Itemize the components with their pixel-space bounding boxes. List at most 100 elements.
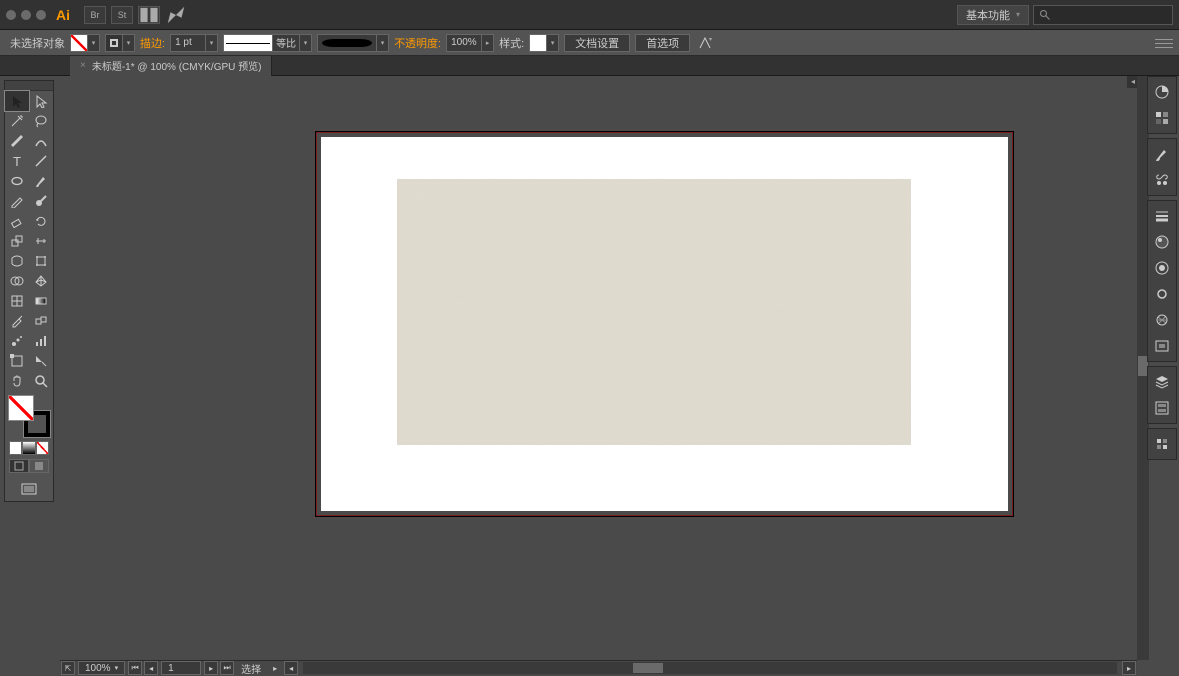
draw-normal[interactable] xyxy=(9,459,29,473)
artboard-bleed xyxy=(316,132,1013,516)
shape-builder-tool[interactable] xyxy=(5,271,29,291)
brush-definition[interactable]: ▾ xyxy=(317,34,389,52)
color-mode-gradient[interactable] xyxy=(22,441,35,455)
zoom-tool[interactable] xyxy=(29,371,53,391)
selection-tool[interactable] xyxy=(5,91,29,111)
controlbar-menu-icon[interactable] xyxy=(1155,36,1173,50)
workspace-switcher[interactable]: 基本功能 ▾ xyxy=(957,5,1029,25)
document-tab[interactable]: × 未标题-1* @ 100% (CMYK/GPU 预览) xyxy=(70,56,272,76)
opacity-label[interactable]: 不透明度: xyxy=(394,35,441,51)
graph-tool[interactable] xyxy=(29,331,53,351)
toolbox-grip[interactable] xyxy=(5,81,53,91)
width-tool[interactable] xyxy=(29,231,53,251)
mesh-tool[interactable] xyxy=(5,291,29,311)
artboard-tool[interactable] xyxy=(5,351,29,371)
svg-text:T: T xyxy=(13,154,21,168)
scroll-right-button[interactable]: ▸ xyxy=(1122,661,1136,675)
draw-behind[interactable] xyxy=(29,459,49,473)
maximize-window[interactable] xyxy=(36,10,46,20)
stroke-panel-panel-icon[interactable] xyxy=(1148,203,1176,229)
color-mode-solid[interactable] xyxy=(9,441,22,455)
stroke-weight-input[interactable]: 1 pt▾ xyxy=(170,34,218,52)
next-artboard-button[interactable]: ▸ xyxy=(204,661,218,675)
horizontal-scrollbar[interactable] xyxy=(303,662,1117,674)
stock-icon[interactable]: St xyxy=(111,6,133,24)
gpu-icon[interactable] xyxy=(165,6,187,24)
window-controls xyxy=(6,10,46,20)
screen-mode-button[interactable] xyxy=(5,477,53,501)
close-window[interactable] xyxy=(6,10,16,20)
pen-tool[interactable] xyxy=(5,131,29,151)
eyedropper-tool[interactable] xyxy=(5,311,29,331)
color-mode-none[interactable] xyxy=(36,441,49,455)
stroke-label[interactable]: 描边: xyxy=(140,35,165,51)
warp-tool[interactable] xyxy=(5,251,29,271)
layers-panel-icon[interactable] xyxy=(1148,369,1176,395)
titlebar: Ai Br St 基本功能 ▾ xyxy=(0,0,1179,30)
workspace-label: 基本功能 xyxy=(966,7,1010,23)
last-artboard-button[interactable]: ⏭ xyxy=(220,661,234,675)
lasso-tool[interactable] xyxy=(29,111,53,131)
document-tab-label: 未标题-1* @ 100% (CMYK/GPU 预览) xyxy=(92,58,262,73)
canvas[interactable]: ◂ xyxy=(60,76,1139,660)
rotate-tool[interactable] xyxy=(29,211,53,231)
fill-swatch[interactable]: ▾ xyxy=(70,34,100,52)
swatches-panel-icon[interactable] xyxy=(1148,105,1176,131)
cc-libraries-panel-icon[interactable] xyxy=(1148,281,1176,307)
brushes-panel-icon[interactable] xyxy=(1148,141,1176,167)
search-input[interactable] xyxy=(1033,5,1173,25)
type-tool[interactable]: T xyxy=(5,151,29,171)
scale-tool[interactable] xyxy=(5,231,29,251)
transparency-panel-panel-icon[interactable] xyxy=(1148,307,1176,333)
hand-tool[interactable] xyxy=(5,371,29,391)
magic-wand-tool[interactable] xyxy=(5,111,29,131)
select-tool-label: 选择 xyxy=(235,661,267,676)
stroke-swatch[interactable]: ▾ xyxy=(105,34,135,52)
direct-selection-tool[interactable] xyxy=(29,91,53,111)
align-panel-icon[interactable] xyxy=(1148,333,1176,359)
free-transform-tool[interactable] xyxy=(29,251,53,271)
slice-tool[interactable] xyxy=(29,351,53,371)
bridge-icon[interactable]: Br xyxy=(84,6,106,24)
eraser-tool[interactable] xyxy=(5,211,29,231)
main-area: T ◂ ⇱ 100%▾ ⏮ xyxy=(0,76,1179,675)
actions-panel-icon[interactable] xyxy=(1148,431,1176,457)
export-icon[interactable]: ⇱ xyxy=(61,661,75,675)
placed-rectangle[interactable] xyxy=(397,179,911,445)
zoom-field[interactable]: 100%▾ xyxy=(78,661,125,675)
perspective-tool[interactable] xyxy=(29,271,53,291)
color-panel-icon[interactable] xyxy=(1148,79,1176,105)
assets-panel-icon[interactable] xyxy=(1148,395,1176,421)
close-tab-icon[interactable]: × xyxy=(80,60,86,71)
gradient-tool[interactable] xyxy=(29,291,53,311)
preferences-button[interactable]: 首选项 xyxy=(635,34,690,52)
graphic-style[interactable]: ▾ xyxy=(529,34,559,52)
fill-stroke-control[interactable] xyxy=(8,395,50,437)
symbols-panel-icon[interactable] xyxy=(1148,167,1176,193)
line-tool[interactable] xyxy=(29,151,53,171)
stroke-profile[interactable]: 等比▾ xyxy=(223,34,312,52)
pencil-tool[interactable] xyxy=(5,191,29,211)
graphic-styles-panel-icon[interactable] xyxy=(1148,255,1176,281)
ellipse-tool[interactable] xyxy=(5,171,29,191)
scroll-left-button[interactable]: ◂ xyxy=(284,661,298,675)
status-menu-icon[interactable]: ▸ xyxy=(268,661,282,675)
symbol-spray-tool[interactable] xyxy=(5,331,29,351)
fill-color-box[interactable] xyxy=(8,395,34,421)
opacity-input[interactable]: 100%▸ xyxy=(446,34,494,52)
draw-mode-row xyxy=(9,459,49,475)
blend-tool[interactable] xyxy=(29,311,53,331)
document-setup-button[interactable]: 文档设置 xyxy=(564,34,630,52)
brush-tool[interactable] xyxy=(29,171,53,191)
blob-tool[interactable] xyxy=(29,191,53,211)
artboard-number-field[interactable]: 1 xyxy=(161,661,201,675)
align-to-icon[interactable]: ▾ xyxy=(695,34,715,52)
prev-artboard-button[interactable]: ◂ xyxy=(144,661,158,675)
first-artboard-button[interactable]: ⏮ xyxy=(128,661,142,675)
appearance-panel-icon[interactable] xyxy=(1148,229,1176,255)
artboard[interactable] xyxy=(321,137,1008,511)
arrange-docs-icon[interactable] xyxy=(138,6,160,24)
control-bar: 未选择对象 ▾ ▾ 描边: 1 pt▾ 等比▾ ▾ 不透明度: 100%▸ 样式… xyxy=(0,30,1179,56)
minimize-window[interactable] xyxy=(21,10,31,20)
curvature-tool[interactable] xyxy=(29,131,53,151)
